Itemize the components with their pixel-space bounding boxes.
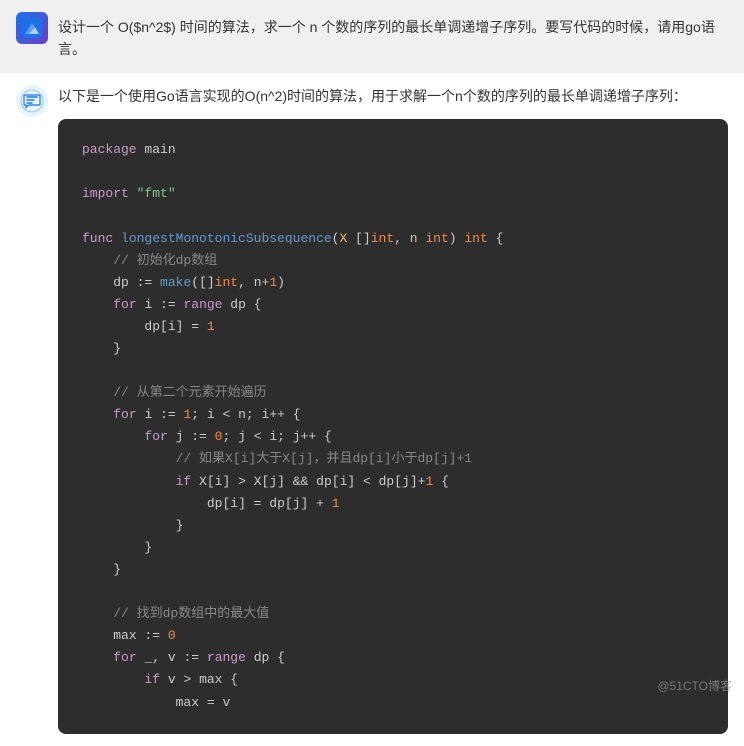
assistant-icon (20, 89, 44, 113)
page-container: 设计一个 O($n^2$) 时间的算法，求一个 n 个数的序列的最长单调递增子序… (0, 0, 744, 746)
code-line-for-range2: for _, v := range dp { (82, 647, 704, 669)
code-line-blank4 (82, 581, 704, 603)
watermark: @51CTO博客 (657, 677, 732, 694)
user-avatar-icon (22, 18, 42, 38)
code-line-dp-one: dp[i] = 1 (82, 316, 704, 338)
code-line-close1: } (82, 338, 704, 360)
code-line-func: func longestMonotonicSubsequence(X []int… (82, 228, 704, 250)
user-text: 设计一个 O($n^2$) 时间的算法，求一个 n 个数的序列的最长单调递增子序… (58, 12, 728, 61)
code-line-dp-init: dp := make([]int, n+1) (82, 272, 704, 294)
assistant-content: 以下是一个使用Go语言实现的O(n^2)时间的算法，用于求解一个n个数的序列的最… (58, 85, 728, 734)
code-line-comment4: // 找到dp数组中的最大值 (82, 603, 704, 625)
code-line-max-init: max := 0 (82, 625, 704, 647)
code-line-close-i: } (82, 559, 704, 581)
code-line-comment3: // 如果X[i]大于X[j]，并且dp[i]小于dp[j]+1 (82, 448, 704, 470)
user-message: 设计一个 O($n^2$) 时间的算法，求一个 n 个数的序列的最长单调递增子序… (0, 0, 744, 73)
code-line-comment1: // 初始化dp数组 (82, 250, 704, 272)
code-line-close-if: } (82, 515, 704, 537)
code-line-comment2: // 从第二个元素开始遍历 (82, 382, 704, 404)
code-line-dp-update: dp[i] = dp[j] + 1 (82, 493, 704, 515)
code-line-max-update: max = v (82, 692, 704, 714)
code-line-blank2 (82, 205, 704, 227)
user-avatar (16, 12, 48, 44)
assistant-avatar (16, 85, 48, 117)
code-line-for-j: for j := 0; j < i; j++ { (82, 426, 704, 448)
code-line-import: import "fmt" (82, 183, 704, 205)
code-line-for-i: for i := 1; i < n; i++ { (82, 404, 704, 426)
code-line-if-cond: if X[i] > X[j] && dp[i] < dp[j]+1 { (82, 471, 704, 493)
code-line-close-j: } (82, 537, 704, 559)
assistant-intro: 以下是一个使用Go语言实现的O(n^2)时间的算法，用于求解一个n个数的序列的最… (58, 85, 728, 107)
code-line-package: package main (82, 139, 704, 161)
code-line-for-range: for i := range dp { (82, 294, 704, 316)
code-line-blank3 (82, 360, 704, 382)
code-line-if-v: if v > max { (82, 669, 704, 691)
code-line-blank1 (82, 161, 704, 183)
code-block: package main import "fmt" func longestMo… (58, 119, 728, 733)
assistant-message: 以下是一个使用Go语言实现的O(n^2)时间的算法，用于求解一个n个数的序列的最… (0, 73, 744, 746)
